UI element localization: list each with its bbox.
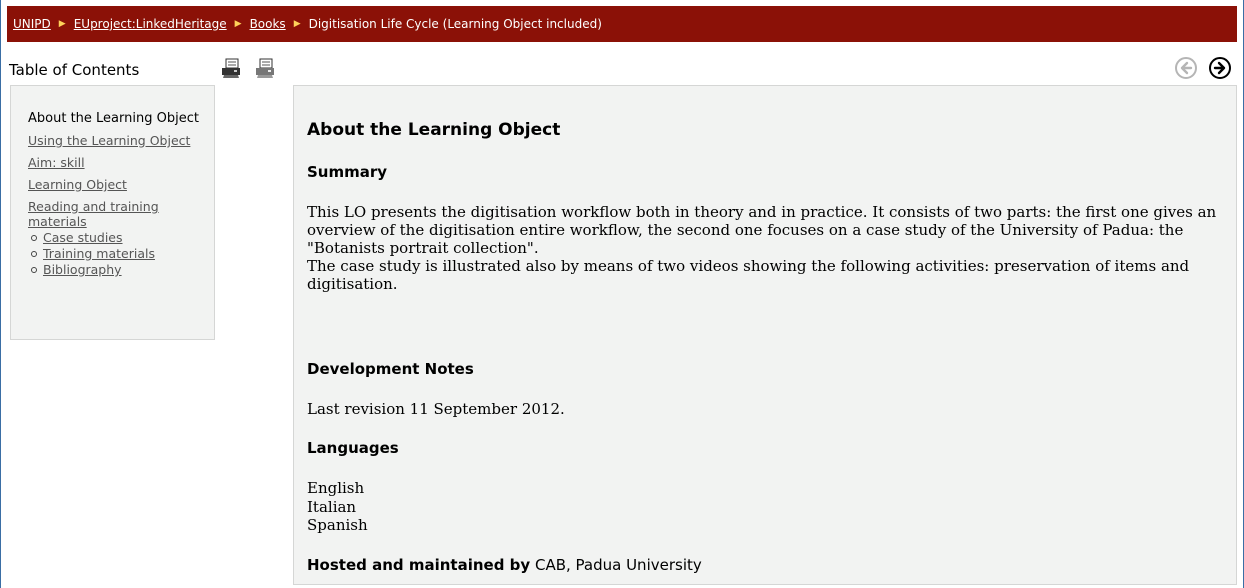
bullet-icon <box>31 250 37 257</box>
dev-notes-heading: Development Notes <box>307 360 474 378</box>
hosted-label: Hosted and maintained by <box>307 556 531 574</box>
breadcrumb-separator-icon: ▶ <box>234 19 242 29</box>
breadcrumb-link-unipd[interactable]: UNIPD <box>13 17 51 31</box>
arrow-left-circle-icon[interactable] <box>1174 56 1198 80</box>
toc-item-aim[interactable]: Aim: skill <box>28 155 204 170</box>
breadcrumb-link-books[interactable]: Books <box>250 17 286 31</box>
breadcrumb-current: Digitisation Life Cycle (Learning Object… <box>308 17 602 31</box>
toc-item-current: About the Learning Object <box>28 111 199 126</box>
arrow-right-circle-icon[interactable] <box>1208 56 1232 80</box>
bullet-icon <box>31 266 37 273</box>
bullet-icon <box>31 234 37 241</box>
toc-title: Table of Contents <box>9 61 140 79</box>
language-item: Italian <box>307 497 357 516</box>
main-content: About the Learning Object Summary This L… <box>293 85 1237 585</box>
print-chapter-icon[interactable] <box>220 57 242 79</box>
hosted-line: Hosted and maintained by CAB, Padua Univ… <box>307 556 702 574</box>
list-item: Bibliography <box>31 262 204 278</box>
page-title: About the Learning Object <box>307 120 561 140</box>
list-item: Training materials <box>31 246 204 262</box>
languages-heading: Languages <box>307 439 399 457</box>
breadcrumb-separator-icon: ▶ <box>293 19 301 29</box>
hosted-value: CAB, Padua University <box>534 556 702 574</box>
toc-sublist: Case studies Training materials Bibliogr… <box>28 230 204 278</box>
breadcrumb: UNIPD ▶ EUproject:LinkedHeritage ▶ Books… <box>7 6 1237 42</box>
list-item: Case studies <box>31 230 204 246</box>
toc-subitem-training[interactable]: Training materials <box>43 246 155 261</box>
summary-heading: Summary <box>307 163 388 181</box>
breadcrumb-link-project[interactable]: EUproject:LinkedHeritage <box>74 17 227 31</box>
toc-panel: About the Learning Object Using the Lear… <box>10 85 215 340</box>
languages-list: English Italian Spanish <box>307 479 368 535</box>
toc-item-using[interactable]: Using the Learning Object <box>28 133 204 148</box>
toc-item-learning-object[interactable]: Learning Object <box>28 177 204 192</box>
dev-notes-text: Last revision 11 September 2012. <box>307 400 565 418</box>
toc-subitem-case-studies[interactable]: Case studies <box>43 230 123 245</box>
breadcrumb-separator-icon: ▶ <box>58 19 66 29</box>
toc-item-reading[interactable]: Reading and training materials <box>28 199 204 229</box>
language-item: Spanish <box>307 516 368 534</box>
print-book-icon[interactable] <box>254 57 276 79</box>
toc-subitem-bibliography[interactable]: Bibliography <box>43 262 122 277</box>
summary-paragraph-1: This LO presents the digitisation workfl… <box>307 203 1217 257</box>
summary-paragraph-2: The case study is illustrated also by me… <box>307 257 1190 293</box>
window-frame: UNIPD ▶ EUproject:LinkedHeritage ▶ Books… <box>0 0 1244 588</box>
language-item: English <box>307 479 365 497</box>
